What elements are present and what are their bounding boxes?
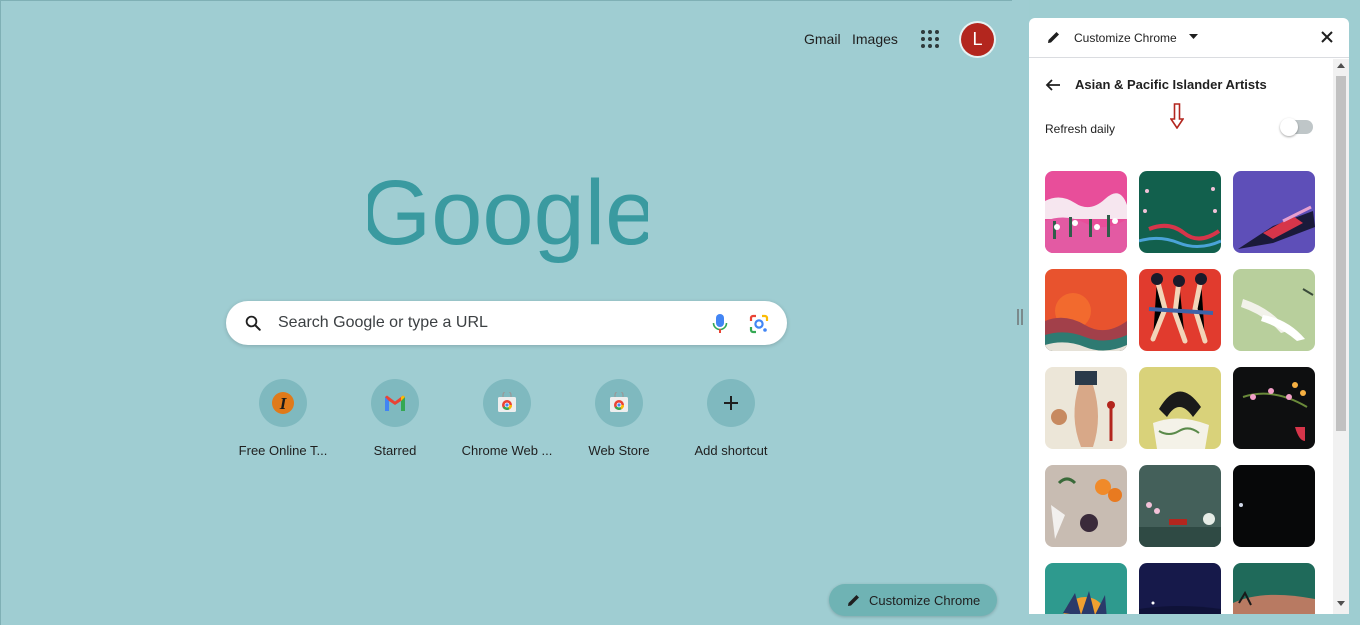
search-icon	[245, 315, 261, 331]
pencil-icon	[1048, 32, 1059, 43]
shortcut-label: Add shortcut	[694, 443, 768, 458]
shortcut-add[interactable]: Add shortcut	[679, 379, 783, 458]
resize-handle-icon[interactable]	[1017, 309, 1023, 325]
scroll-up-icon[interactable]	[1337, 63, 1345, 68]
favicon-t-icon: I	[259, 379, 307, 427]
search-box[interactable]: Search Google or type a URL	[226, 301, 787, 345]
close-icon[interactable]	[1320, 30, 1334, 44]
down-arrow-annotation-icon	[1170, 103, 1184, 129]
collection-title: Asian & Pacific Islander Artists	[1075, 77, 1267, 92]
panel-body: Asian & Pacific Islander Artists Refresh…	[1029, 59, 1333, 614]
gmail-icon	[371, 379, 419, 427]
panel-title: Customize Chrome	[1074, 31, 1177, 45]
scrollbar-thumb[interactable]	[1336, 76, 1346, 431]
background-tile[interactable]	[1233, 465, 1315, 547]
background-tile[interactable]	[1139, 269, 1221, 351]
lens-icon[interactable]	[748, 313, 770, 335]
background-tile[interactable]	[1045, 563, 1127, 614]
background-tile[interactable]	[1045, 269, 1127, 351]
shortcut-label: Web Store	[588, 443, 650, 458]
shortcut-starred[interactable]: Starred	[343, 379, 447, 458]
shortcut-label: Starred	[373, 443, 417, 458]
google-logo: Google	[368, 162, 648, 264]
gmail-link[interactable]: Gmail	[804, 31, 841, 47]
shortcut-free-online[interactable]: I Free Online T...	[231, 379, 335, 458]
customize-chrome-panel: Customize Chrome Asian & Pacific Islande…	[1029, 18, 1349, 614]
shortcut-chrome-web[interactable]: Chrome Web ...	[455, 379, 559, 458]
background-tile[interactable]	[1139, 171, 1221, 253]
background-tile[interactable]	[1045, 367, 1127, 449]
background-tile[interactable]	[1045, 171, 1127, 253]
chrome-web-store-icon	[483, 379, 531, 427]
chrome-web-store-icon	[595, 379, 643, 427]
plus-icon	[707, 379, 755, 427]
account-avatar[interactable]: L	[961, 23, 994, 56]
dropdown-caret-icon[interactable]	[1189, 34, 1198, 40]
refresh-daily-toggle[interactable]	[1280, 118, 1313, 136]
background-tile[interactable]	[1045, 465, 1127, 547]
background-tile[interactable]	[1233, 269, 1315, 351]
panel-header: Customize Chrome	[1029, 18, 1349, 58]
background-tile[interactable]	[1233, 171, 1315, 253]
refresh-daily-label: Refresh daily	[1045, 122, 1116, 136]
search-input[interactable]: Search Google or type a URL	[278, 314, 488, 332]
mic-icon[interactable]	[712, 313, 728, 335]
shortcut-label: Free Online T...	[238, 443, 328, 458]
shortcut-label: Chrome Web ...	[461, 443, 553, 458]
background-tile[interactable]	[1139, 563, 1221, 614]
panel-scrollbar[interactable]	[1333, 59, 1349, 614]
background-tile[interactable]	[1233, 367, 1315, 449]
pencil-icon	[848, 595, 859, 606]
shortcut-web-store[interactable]: Web Store	[567, 379, 671, 458]
background-tile[interactable]	[1139, 367, 1221, 449]
images-link[interactable]: Images	[852, 31, 898, 47]
background-tile[interactable]	[1139, 465, 1221, 547]
svg-text:Google: Google	[368, 162, 648, 264]
new-tab-page: Gmail Images L Google Search Google or t…	[0, 0, 1012, 625]
background-tile[interactable]	[1233, 563, 1315, 614]
customize-chrome-button[interactable]: Customize Chrome	[829, 584, 997, 616]
apps-grid-icon[interactable]	[919, 28, 941, 50]
back-arrow-icon[interactable]	[1045, 77, 1061, 93]
scroll-down-icon[interactable]	[1337, 601, 1345, 606]
customize-chrome-label: Customize Chrome	[869, 592, 981, 608]
